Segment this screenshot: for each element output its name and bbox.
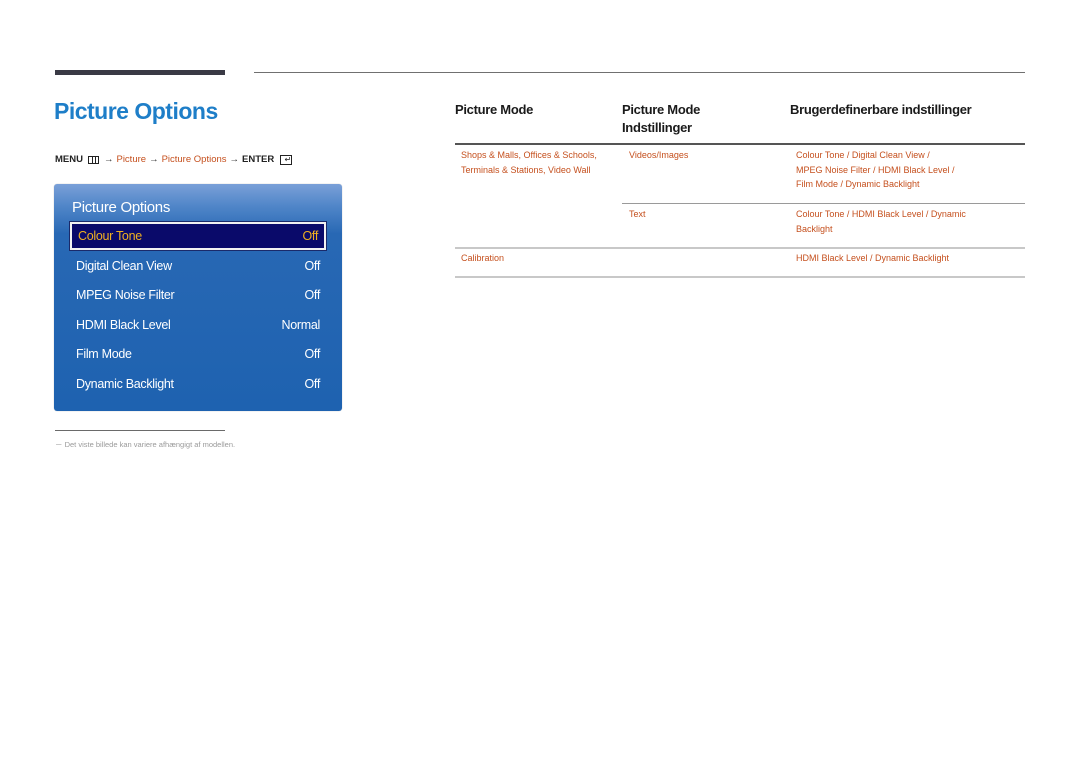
osd-item-value: Off [304,377,320,391]
osd-item-label: Film Mode [76,347,132,361]
osd-item-value: Off [304,347,320,361]
osd-item-label: MPEG Noise Filter [76,288,175,302]
osd-item-label: Dynamic Backlight [76,377,174,391]
table-header-custom-settings: Brugerdefinerbare indstillinger [790,102,972,117]
cell-line: Terminals & Stations, Video Wall [461,164,591,175]
arrow-icon: → [149,154,159,165]
cell-line: Backlight [796,223,833,234]
arrow-icon: → [103,154,114,165]
menu-icon [87,155,99,164]
osd-item-value: Off [304,288,320,302]
cell-line: Film Mode / Dynamic Backlight [796,179,920,189]
osd-item-label: HDMI Black Level [76,318,171,332]
header-rule [254,72,1025,73]
footnote: － Det viste billede kan variere afhængig… [55,440,236,449]
table-header-picture-mode: Picture Mode [455,102,534,117]
table-cell-setting: Text [629,209,646,219]
osd-menu-item[interactable]: Digital Clean View Off [70,252,326,280]
menu-path: MENU → Picture → Picture Options → ENTER… [55,154,293,165]
table-row-rule [455,247,1025,249]
table-cell-setting: Videos/Images [629,150,689,160]
table-bottom-rule [455,276,1025,278]
table-cell-custom: HDMI Black Level / Dynamic Backlight [796,253,950,263]
table-cell-custom: Colour Tone / Digital Clean View / MPEG … [796,148,955,192]
table-row-rule [622,203,1025,204]
arrow-icon: → [229,154,240,165]
osd-title: Picture Options [72,199,171,216]
menu-link-picture[interactable]: Picture [116,154,146,165]
osd-item-value: Normal [281,318,321,332]
osd-menu-item[interactable]: Colour Tone Off [69,221,327,251]
table-cell-custom: Colour Tone / HDMI Black Level / Dynamic… [796,207,966,236]
header-line: Indstillinger [622,120,692,135]
table-cell-mode: Shops & Malls, Offices & Schools, Termin… [461,148,597,177]
osd-menu-item[interactable]: Dynamic Backlight Off [70,370,326,398]
osd-menu-item[interactable]: MPEG Noise Filter Off [70,281,326,309]
table-header-rule [455,143,1025,145]
table-header-picture-mode-settings: Picture Mode Indstillinger [622,101,700,137]
osd-item-label: Colour Tone [78,229,142,243]
cell-line: MPEG Noise Filter / HDMI Black Level / [796,164,955,175]
menu-link-picture-options[interactable]: Picture Options [162,154,227,165]
header-line: Picture Mode [622,102,701,117]
enter-label: ENTER [242,154,275,165]
cell-line: Colour Tone / Digital Clean View / [796,150,930,160]
picture-options-osd: Picture Options Colour Tone Off Digital Cl… [54,184,342,411]
osd-menu-item[interactable]: HDMI Black Level Normal [70,311,326,339]
osd-item-value: Off [304,259,320,273]
cell-line: Colour Tone / HDMI Black Level / Dynamic [796,209,966,219]
osd-item-label: Digital Clean View [76,259,172,273]
osd-menu-item[interactable]: Film Mode Off [70,340,326,368]
cell-line: Shops & Malls, Offices & Schools, [461,150,597,160]
menu-label: MENU [55,154,83,165]
enter-icon: ↵ [280,154,293,165]
page-title: Picture Options [54,98,218,124]
table-cell-mode: Calibration [461,253,505,263]
footnote-rule [55,430,225,431]
osd-item-value: Off [302,229,318,243]
chapter-bar [55,70,225,75]
